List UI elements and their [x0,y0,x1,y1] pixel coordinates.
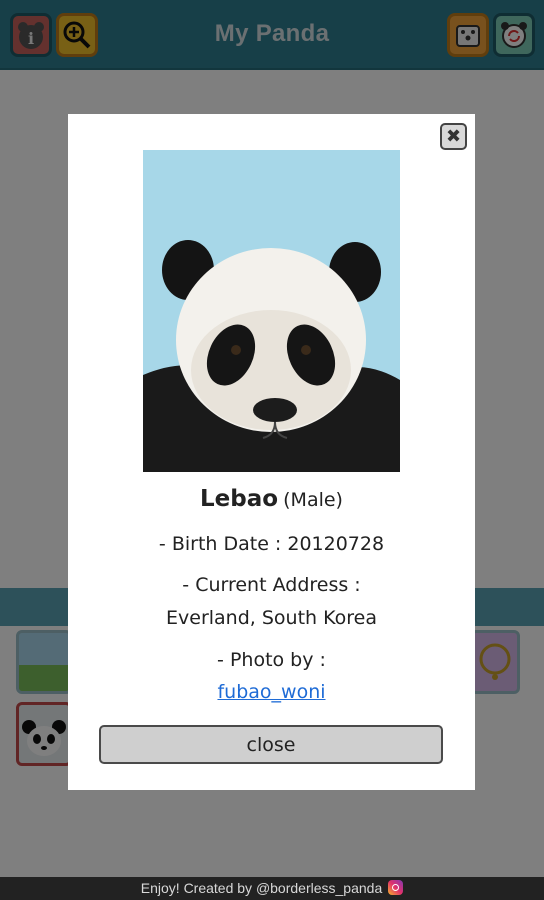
address-label: - Current Address : [182,574,361,596]
address-value: Everland, South Korea [166,607,377,629]
instagram-icon[interactable] [388,880,404,895]
panda-name-line: Lebao (Male) [68,486,475,512]
birth-date: - Birth Date : 20120728 [158,533,385,555]
photo-label: - Photo by : [217,649,326,671]
close-button[interactable]: close [99,725,443,764]
footer-text: Enjoy! Created by @borderless_panda [140,880,383,896]
close-icon[interactable]: ✖ [440,123,467,150]
panda-info-modal: ✖ Lebao (Male) - Birth Date : 20120728 -… [68,114,475,790]
panda-name: Lebao [200,486,279,512]
footer: Enjoy! Created by @borderless_panda [0,877,544,900]
photo-credit-link[interactable]: fubao_woni [217,681,325,703]
photo-credit-line: fubao_woni [68,681,475,703]
panda-photo [143,150,400,472]
panda-sex: (Male) [283,489,343,511]
